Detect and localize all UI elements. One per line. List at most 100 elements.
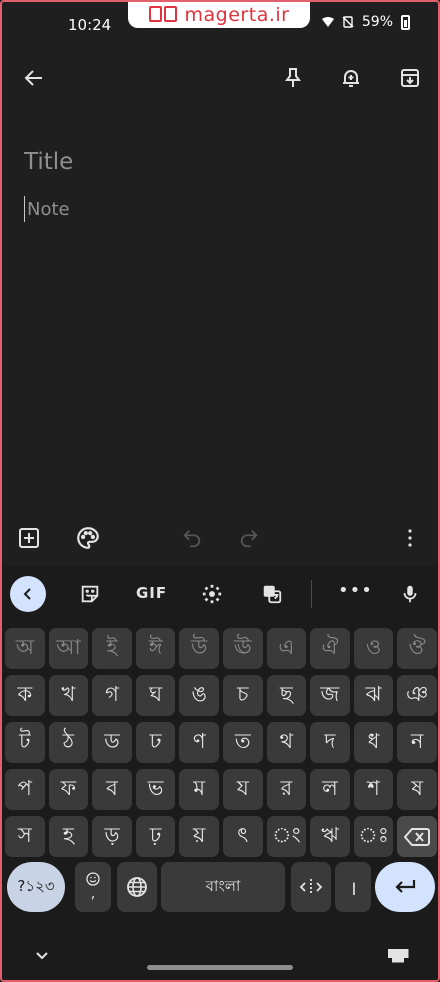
- undo-button[interactable]: [172, 518, 212, 558]
- book-logo-icon: [148, 6, 179, 24]
- key[interactable]: ড: [92, 722, 132, 763]
- back-button[interactable]: [14, 58, 54, 98]
- key[interactable]: ঘ: [135, 675, 176, 716]
- keyboard-bottom-row: ?১২৩ , বাংলা ।: [5, 862, 437, 912]
- archive-icon: [401, 69, 419, 87]
- key[interactable]: র: [266, 769, 307, 810]
- note-action-bar: [0, 518, 440, 558]
- key[interactable]: ঐ: [310, 628, 350, 669]
- key[interactable]: দ: [310, 722, 350, 763]
- add-content-button[interactable]: [9, 518, 49, 558]
- status-icons: 59%: [321, 14, 410, 30]
- key[interactable]: ঔ: [397, 628, 437, 669]
- key[interactable]: চ: [222, 675, 263, 716]
- key[interactable]: ঢ়: [135, 816, 176, 857]
- enter-key[interactable]: [375, 862, 435, 912]
- key[interactable]: ত: [222, 722, 263, 763]
- key[interactable]: ঈ: [135, 628, 176, 669]
- translate-button[interactable]: [252, 574, 292, 614]
- color-palette-button[interactable]: [68, 518, 108, 558]
- key[interactable]: ব: [92, 769, 132, 810]
- no-sim-icon: [342, 16, 354, 28]
- voice-input-button[interactable]: [390, 574, 430, 614]
- key[interactable]: ঠ: [48, 722, 89, 763]
- key[interactable]: ৎ: [222, 816, 263, 857]
- watermark-text: magerta.ir: [184, 4, 290, 26]
- sticker-button[interactable]: [70, 574, 110, 614]
- more-options-button[interactable]: [390, 518, 430, 558]
- home-gesture-bar[interactable]: [147, 965, 293, 970]
- key[interactable]: ফ: [48, 769, 89, 810]
- key[interactable]: ট: [5, 722, 45, 763]
- title-input[interactable]: [24, 146, 414, 178]
- key[interactable]: ঃ: [353, 816, 394, 857]
- key[interactable]: উ: [179, 628, 219, 669]
- more-tools-button[interactable]: •••: [338, 580, 373, 601]
- keyboard-settings-button[interactable]: [192, 574, 232, 614]
- space-key[interactable]: বাংলা: [161, 862, 285, 912]
- key[interactable]: গ: [92, 675, 132, 716]
- key[interactable]: ঞ: [397, 675, 437, 716]
- key[interactable]: এ: [266, 628, 307, 669]
- key[interactable]: ছ: [266, 675, 307, 716]
- symbols-key[interactable]: ?১২৩: [7, 862, 65, 912]
- microphone-icon: [403, 585, 417, 603]
- key[interactable]: য: [222, 769, 263, 810]
- pin-icon: [285, 68, 301, 87]
- backspace-key[interactable]: [397, 816, 437, 857]
- keyboard-toolbar: GIF •••: [0, 566, 440, 622]
- key[interactable]: ম: [179, 769, 219, 810]
- key[interactable]: ল: [310, 769, 350, 810]
- emoji-comma-key[interactable]: ,: [75, 862, 111, 912]
- key[interactable]: হ: [48, 816, 89, 857]
- cursor-control-key[interactable]: [291, 862, 331, 912]
- key[interactable]: ভ: [135, 769, 176, 810]
- redo-button[interactable]: [229, 518, 269, 558]
- key[interactable]: ঙ: [179, 675, 219, 716]
- note-input[interactable]: [24, 196, 417, 222]
- hide-keyboard-button[interactable]: [22, 936, 62, 976]
- key[interactable]: ই: [92, 628, 132, 669]
- gif-button[interactable]: GIF: [136, 584, 167, 602]
- key[interactable]: ঊ: [222, 628, 263, 669]
- key[interactable]: শ: [353, 769, 394, 810]
- gear-icon: [202, 584, 222, 604]
- globe-icon: [127, 877, 147, 897]
- emoji-icon: [86, 872, 100, 886]
- language-switch-key[interactable]: [117, 862, 157, 912]
- danda-key[interactable]: ।: [335, 862, 371, 912]
- keyboard-collapse-button[interactable]: [10, 576, 46, 612]
- navigation-bar: [0, 936, 440, 982]
- key[interactable]: প: [5, 769, 45, 810]
- archive-button[interactable]: [390, 58, 430, 98]
- battery-icon: [401, 14, 410, 30]
- arrow-back-icon: [24, 70, 42, 86]
- key[interactable]: ক: [5, 675, 45, 716]
- enter-icon: [395, 880, 416, 893]
- key[interactable]: ড়: [92, 816, 132, 857]
- key[interactable]: ঝ: [353, 675, 394, 716]
- reminder-button[interactable]: [331, 58, 371, 98]
- pin-button[interactable]: [273, 58, 313, 98]
- key[interactable]: আ: [48, 628, 89, 669]
- keyboard: GIF ••• অ আ ই ঈ উ ঊ এ ঐ ও ঔ ক খ গ ঘ ঙ চ …: [0, 566, 440, 982]
- watermark-banner: magerta.ir: [128, 2, 310, 28]
- key[interactable]: ও: [353, 628, 394, 669]
- key[interactable]: থ: [266, 722, 307, 763]
- key[interactable]: জ: [310, 675, 350, 716]
- key[interactable]: ঋ: [310, 816, 350, 857]
- key[interactable]: ঢ: [135, 722, 176, 763]
- key[interactable]: ং: [266, 816, 307, 857]
- key[interactable]: ষ: [397, 769, 437, 810]
- key-row-2: ক খ গ ঘ ঙ চ ছ জ ঝ ঞ: [5, 675, 437, 716]
- key-row-3: ট ঠ ড ঢ ণ ত থ দ ধ ন: [5, 722, 437, 763]
- key[interactable]: ধ: [353, 722, 394, 763]
- key[interactable]: খ: [48, 675, 89, 716]
- keyboard-icon: [388, 949, 409, 963]
- key[interactable]: ন: [397, 722, 437, 763]
- key[interactable]: ণ: [179, 722, 219, 763]
- key[interactable]: অ: [5, 628, 45, 669]
- keyboard-switcher-button[interactable]: [378, 936, 418, 976]
- key[interactable]: য়: [179, 816, 219, 857]
- key[interactable]: স: [5, 816, 45, 857]
